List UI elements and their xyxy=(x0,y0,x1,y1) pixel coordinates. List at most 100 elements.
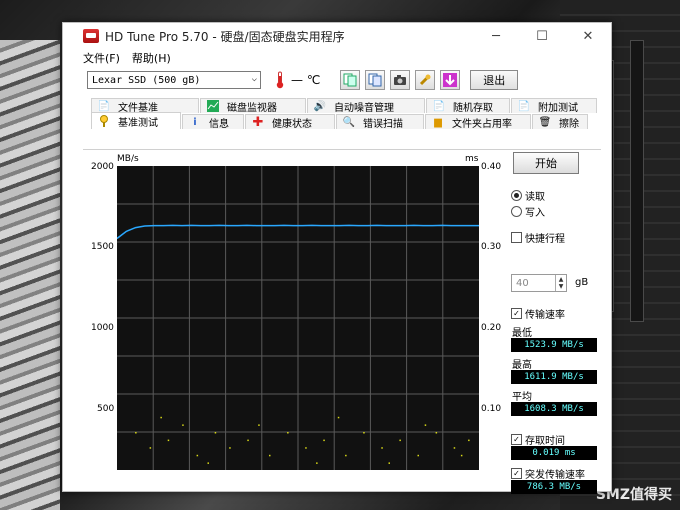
tab-info[interactable]: i 信息 xyxy=(182,114,244,130)
access-time-point xyxy=(247,439,249,442)
tab-benchmark[interactable]: 基准测试 xyxy=(91,112,181,129)
short-stroke-checkbox[interactable]: 快捷行程 xyxy=(511,230,565,245)
toolbar: Lexar SSD (500 gB) ⌵ — ℃ 退出 xyxy=(63,67,611,93)
copy-text-button[interactable] xyxy=(340,70,361,90)
folder-icon: ▆ xyxy=(434,116,442,128)
copy-icon xyxy=(368,73,382,87)
access-time-point xyxy=(258,424,260,426)
y-right-tick: 0.20 xyxy=(481,323,502,333)
thermometer-icon xyxy=(273,71,287,89)
spinner-arrows[interactable]: ▲ ▼ xyxy=(555,275,566,291)
tab-label: 随机存取 xyxy=(453,102,493,114)
camera-icon xyxy=(394,75,407,85)
stroke-size-spinner[interactable]: 40 ▲ ▼ xyxy=(511,274,567,292)
chevron-down-icon: ⌵ xyxy=(251,74,257,84)
drive-select[interactable]: Lexar SSD (500 gB) ⌵ xyxy=(87,71,261,89)
menu-bar: 文件(F) 帮助(H) xyxy=(63,49,611,67)
tab-extra-tests[interactable]: 📄 附加测试 xyxy=(511,98,597,114)
chart-plot-area xyxy=(116,166,479,470)
magnifier-icon: 🔍 xyxy=(342,116,356,128)
wrench-icon xyxy=(420,74,431,86)
access-time-point xyxy=(453,447,456,449)
access-time-point xyxy=(214,432,217,434)
screenshot-button[interactable] xyxy=(390,70,411,90)
access-time-point xyxy=(460,454,463,457)
y-left-unit: MB/s xyxy=(117,154,139,164)
info-icon: i xyxy=(193,116,197,128)
transfer-rate-label: 传输速率 xyxy=(525,310,565,321)
access-time-point xyxy=(316,462,318,464)
health-cross-icon: ✚ xyxy=(252,114,264,130)
stroke-unit: gB xyxy=(575,277,589,288)
drive-select-value: Lexar SSD (500 gB) xyxy=(92,74,201,86)
chart-svg xyxy=(116,166,479,470)
temperature-value: — ℃ xyxy=(291,73,321,87)
access-time-point xyxy=(149,447,152,449)
burst-rate-checkbox[interactable]: ✓ 突发传输速率 xyxy=(511,466,585,481)
title-bar[interactable]: HD Tune Pro 5.70 - 硬盘/固态硬盘实用程序 ─ ☐ ✕ xyxy=(63,23,611,49)
burst-rate-value: 786.3 MB/s xyxy=(511,480,597,494)
save-button[interactable] xyxy=(440,70,461,90)
close-button[interactable]: ✕ xyxy=(565,23,611,49)
minimize-button[interactable]: ─ xyxy=(473,23,519,49)
min-label: 最低 xyxy=(512,328,532,339)
options-button[interactable] xyxy=(415,70,436,90)
tab-row-top: 📄 文件基准 磁盘监视器 🔊 自动噪音管理 📄 随机存取 📄 附加测试 xyxy=(63,97,611,114)
access-time-point xyxy=(229,447,231,449)
tab-noise-management[interactable]: 🔊 自动噪音管理 xyxy=(307,98,425,114)
access-time-point xyxy=(287,432,289,434)
hdtune-window: HD Tune Pro 5.70 - 硬盘/固态硬盘实用程序 ─ ☐ ✕ 文件(… xyxy=(62,22,612,494)
app-icon xyxy=(83,29,99,43)
tab-label: 磁盘监视器 xyxy=(227,102,277,114)
tab-random-access[interactable]: 📄 随机存取 xyxy=(426,98,510,114)
tab-error-scan[interactable]: 🔍 错误扫描 xyxy=(336,114,424,130)
copy-icon xyxy=(343,73,357,87)
window-title: HD Tune Pro 5.70 - 硬盘/固态硬盘实用程序 xyxy=(105,29,345,44)
access-time-point xyxy=(337,416,340,419)
read-radio[interactable]: 读取 xyxy=(511,188,545,203)
tab-disk-monitor[interactable]: 磁盘监视器 xyxy=(200,98,306,114)
tab-folder-usage[interactable]: ▆ 文件夹占用率 xyxy=(425,114,531,130)
write-radio[interactable]: 写入 xyxy=(511,204,545,219)
access-time-point xyxy=(435,432,438,434)
tab-label: 文件夹占用率 xyxy=(452,118,512,130)
benchmark-sidebar: 开始 读取 写入 快捷行程 40 ▲ ▼ gB ✓ 传输速率 最低 1523.9 M… xyxy=(507,150,601,494)
maximize-button[interactable]: ☐ xyxy=(519,23,565,49)
file-icon: 📄 xyxy=(517,100,531,112)
tab-erase[interactable]: 🗑 擦除 xyxy=(532,114,588,130)
burst-rate-label: 突发传输速率 xyxy=(525,470,585,481)
read-label: 读取 xyxy=(525,192,545,203)
radio-indicator xyxy=(511,206,522,217)
tab-label: 基准测试 xyxy=(118,117,158,129)
short-stroke-label: 快捷行程 xyxy=(525,234,565,245)
max-label: 最高 xyxy=(512,360,532,371)
benchmark-panel: MB/s ms 2000 1500 1000 500 0.40 0.30 0.2… xyxy=(83,149,601,494)
access-time-point xyxy=(269,454,271,457)
min-value: 1523.9 MB/s xyxy=(511,338,597,352)
menu-file[interactable]: 文件(F) xyxy=(83,50,120,66)
access-time-point xyxy=(167,439,170,442)
check-icon: ✓ xyxy=(511,468,522,479)
y-right-tick: 0.10 xyxy=(481,404,502,414)
check-icon: ✓ xyxy=(511,434,522,445)
stroke-size-value: 40 xyxy=(516,277,529,289)
access-time-checkbox[interactable]: ✓ 存取时间 xyxy=(511,432,565,447)
copy-screenshot-button[interactable] xyxy=(365,70,386,90)
y-left-tick: 1500 xyxy=(91,242,114,252)
tab-health[interactable]: ✚ 健康状态 xyxy=(245,114,335,130)
exit-button[interactable]: 退出 xyxy=(470,70,519,90)
file-icon: 📄 xyxy=(432,100,446,112)
tab-label: 擦除 xyxy=(559,118,579,130)
transfer-rate-checkbox[interactable]: ✓ 传输速率 xyxy=(511,306,565,321)
menu-help[interactable]: 帮助(H) xyxy=(132,50,171,66)
tab-file-benchmark[interactable]: 📄 文件基准 xyxy=(91,98,199,114)
start-button[interactable]: 开始 xyxy=(513,152,579,174)
max-value: 1611.9 MB/s xyxy=(511,370,597,384)
y-left-tick: 500 xyxy=(97,404,115,414)
file-icon: 📄 xyxy=(97,100,111,112)
access-time-point xyxy=(196,454,199,457)
access-time-point xyxy=(468,439,470,442)
tab-label: 自动噪音管理 xyxy=(334,102,394,114)
access-time-point xyxy=(135,432,137,434)
access-time-point xyxy=(399,439,401,442)
